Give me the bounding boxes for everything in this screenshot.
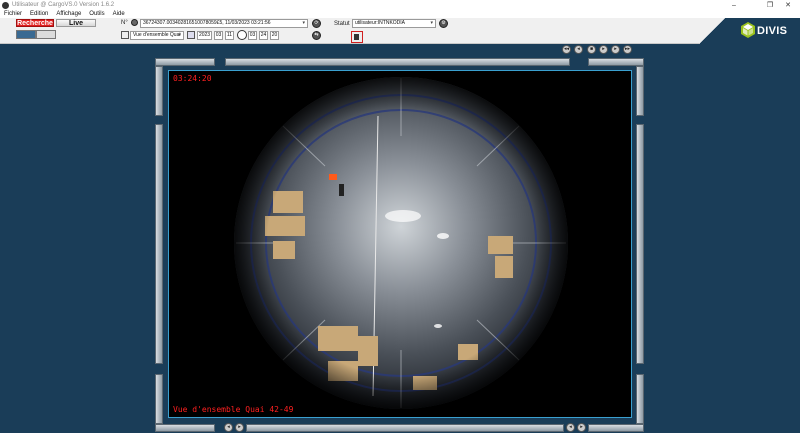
chevron-down-icon: ▾ (430, 20, 433, 26)
date-month[interactable]: 03 (214, 31, 223, 40)
close-icon[interactable]: ✕ (776, 0, 800, 10)
frame-bottom-bar (246, 424, 564, 432)
chevron-down-icon: ▾ (302, 20, 305, 26)
frame-top-left-bar (155, 58, 215, 66)
statut-apply-icon[interactable]: ⚙ (439, 19, 448, 28)
fast-forward-icon[interactable]: ▸▸ (623, 45, 632, 54)
minimize-icon[interactable]: – (722, 0, 746, 10)
date-year[interactable]: 2023 (197, 31, 212, 40)
subtab-multi-view[interactable] (36, 30, 56, 39)
statut-label: Statut (334, 21, 350, 27)
next-camera-icon[interactable]: ▸ (235, 423, 244, 432)
menu-bar: Fichier Edition Affichage Outils Aide (0, 10, 800, 18)
divis-logo-icon (741, 22, 755, 38)
fisheye-camera-image (234, 77, 568, 409)
app-icon (2, 1, 9, 9)
record-select[interactable]: 36724307.003402816510078059£5, 11/03/202… (140, 19, 308, 28)
window-titlebar: Utilisateur @ CargoVS.0 Version 1.6.2 (0, 0, 800, 10)
time-minute[interactable]: 24 (259, 31, 268, 40)
step-back-icon[interactable]: ◂ (574, 45, 583, 54)
frame-left-top-bar (155, 66, 163, 116)
rewind-icon[interactable]: ◂◂ (562, 45, 571, 54)
menu-aide[interactable]: Aide (113, 11, 125, 17)
refresh-icon[interactable]: ⟳ (312, 19, 321, 28)
view-select-value: Vue d'ensemble Quai (133, 32, 181, 38)
menu-affichage[interactable]: Affichage (56, 11, 81, 17)
calendar-icon[interactable] (187, 31, 195, 39)
record-select-value: 36724307.003402816510078059£5, 11/03/202… (143, 20, 271, 26)
step-forward-icon[interactable]: ▸ (611, 45, 620, 54)
fullscreen-icon[interactable] (121, 31, 129, 39)
frame-bottom-left-bar (155, 424, 215, 432)
frame-right-top-bar (636, 66, 644, 116)
frame-top-right-bar (588, 58, 644, 66)
video-camera-overlay: Vue d'ensemble Quai 42-49 (173, 405, 294, 414)
record-icon (131, 19, 138, 26)
next-frame-icon[interactable]: ▸ (577, 423, 586, 432)
statut-select[interactable]: utilisateur:INTNKODIA ▾ (352, 19, 436, 28)
clock-icon[interactable] (237, 30, 247, 40)
menu-edition[interactable]: Edition (30, 11, 48, 17)
video-viewport[interactable]: 03:24:20 Vue d'ensemble Quai 42-49 (168, 70, 632, 418)
frame-right-bottom-bar (636, 374, 644, 424)
frame-right-bar (636, 124, 644, 364)
chevron-down-icon: ▾ (178, 32, 181, 38)
time-second[interactable]: 20 (270, 31, 279, 40)
stop-icon[interactable]: ■ (587, 45, 596, 54)
statut-select-value: utilisateur:INTNKODIA (355, 20, 406, 26)
prev-frame-icon[interactable]: ◂ (566, 423, 575, 432)
frame-bottom-right-bar (588, 424, 644, 432)
menu-fichier[interactable]: Fichier (4, 11, 22, 17)
menu-outils[interactable]: Outils (89, 11, 104, 17)
date-day[interactable]: 11 (225, 31, 234, 40)
frame-top-bar (225, 58, 570, 66)
live-button[interactable]: Live (56, 19, 96, 27)
play-icon[interactable]: ▸ (599, 45, 608, 54)
goto-time-icon[interactable]: ⇆ (312, 31, 321, 40)
frame-left-bottom-bar (155, 374, 163, 424)
record-number-label: N° (121, 20, 128, 26)
record-button[interactable] (351, 31, 363, 43)
frame-left-bar (155, 124, 163, 364)
window-title: Utilisateur @ CargoVS.0 Version 1.6.2 (12, 2, 115, 8)
brand-logo-text: DIVIS (757, 25, 788, 37)
subtab-single-view[interactable] (16, 30, 36, 39)
time-hour[interactable]: 03 (248, 31, 257, 40)
view-select[interactable]: Vue d'ensemble Quai ▾ (130, 31, 184, 40)
prev-camera-icon[interactable]: ◂ (224, 423, 233, 432)
view-subtabs (16, 30, 56, 40)
recherche-button[interactable]: Recherche (16, 19, 54, 27)
video-timestamp-overlay: 03:24:20 (173, 74, 212, 83)
